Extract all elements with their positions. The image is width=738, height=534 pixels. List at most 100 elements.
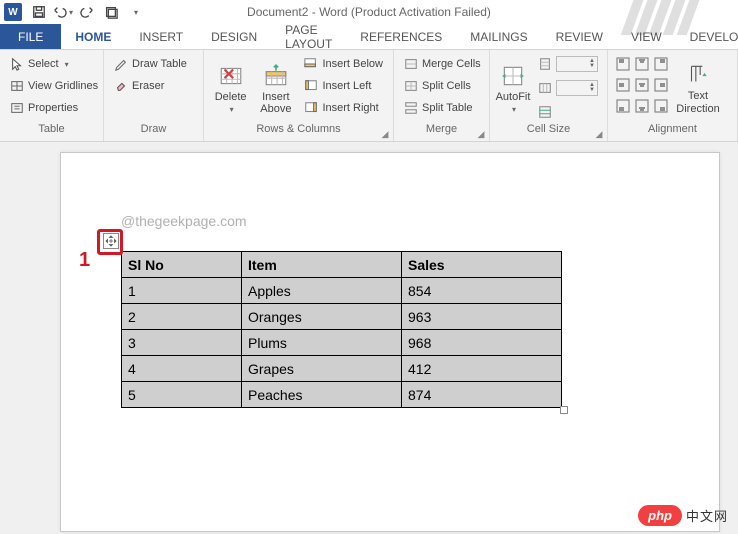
group-label-cellsize: Cell Size <box>496 123 601 139</box>
select-label: Select <box>28 58 59 70</box>
eraser-button[interactable]: Eraser <box>110 76 191 96</box>
align-top-center-button[interactable] <box>633 54 651 74</box>
row-height-input[interactable]: ▲▼ <box>534 54 602 74</box>
insert-above-button[interactable]: Insert Above <box>255 54 296 123</box>
align-bot-right-button[interactable] <box>652 96 670 116</box>
merge-cells-button[interactable]: Merge Cells <box>400 54 485 74</box>
distribute-rows-button[interactable] <box>534 102 602 122</box>
group-rows-columns: Delete▾ Insert Above Insert Below Insert… <box>204 50 394 141</box>
rows-columns-launcher-icon[interactable]: ◢ <box>379 127 391 139</box>
text-direction-button[interactable]: Text Direction <box>674 54 722 123</box>
gridlines-label: View Gridlines <box>28 80 98 92</box>
properties-button[interactable]: Properties <box>6 98 102 118</box>
cell[interactable]: Grapes <box>242 356 402 382</box>
tab-references[interactable]: REFERENCES <box>346 24 456 49</box>
view-gridlines-button[interactable]: View Gridlines <box>6 76 102 96</box>
table-row[interactable]: 1Apples854 <box>122 278 562 304</box>
align-bot-left-button[interactable] <box>614 96 632 116</box>
group-draw: Draw Table Eraser Draw <box>104 50 204 141</box>
cellsize-launcher-icon[interactable]: ◢ <box>593 127 605 139</box>
cell[interactable]: Plums <box>242 330 402 356</box>
insert-above-label: Insert Above <box>255 91 296 115</box>
merge-launcher-icon[interactable]: ◢ <box>475 127 487 139</box>
tab-mailings[interactable]: MAILINGS <box>456 24 541 49</box>
split-table-label: Split Table <box>422 102 473 114</box>
header-decoration <box>628 0 708 35</box>
table-row[interactable]: 5Peaches874 <box>122 382 562 408</box>
content-table-wrap: Sl No Item Sales 1Apples854 2Oranges963 … <box>121 251 562 408</box>
quick-access-toolbar: ▾ ▾ <box>28 2 146 22</box>
tab-home[interactable]: HOME <box>61 24 125 49</box>
insert-right-label: Insert Right <box>322 102 378 114</box>
insert-right-button[interactable]: Insert Right <box>300 98 387 118</box>
title-bar: W ▾ ▾ Document2 - Word (Product Activati… <box>0 0 738 24</box>
site-logo: php 中文网 <box>638 505 728 526</box>
tab-review[interactable]: REVIEW <box>542 24 617 49</box>
qat-extra-button[interactable] <box>100 2 122 22</box>
split-cells-button[interactable]: Split Cells <box>400 76 485 96</box>
cell[interactable]: Apples <box>242 278 402 304</box>
group-label-draw: Draw <box>110 123 197 139</box>
cell[interactable]: 854 <box>402 278 562 304</box>
group-table: Select▾ View Gridlines Properties Table <box>0 50 104 141</box>
align-mid-center-button[interactable] <box>633 75 651 95</box>
select-button[interactable]: Select▾ <box>6 54 102 74</box>
cell[interactable]: 2 <box>122 304 242 330</box>
content-table[interactable]: Sl No Item Sales 1Apples854 2Oranges963 … <box>121 251 562 408</box>
tab-file[interactable]: FILE <box>0 24 61 49</box>
insert-below-button[interactable]: Insert Below <box>300 54 387 74</box>
delete-button[interactable]: Delete▾ <box>210 54 251 123</box>
group-cell-size: AutoFit▾ ▲▼ ▲▼ Cell Size ◢ <box>490 50 608 141</box>
cell[interactable]: 963 <box>402 304 562 330</box>
align-top-left-button[interactable] <box>614 54 632 74</box>
col-width-input[interactable]: ▲▼ <box>534 78 602 98</box>
table-row[interactable]: 2Oranges963 <box>122 304 562 330</box>
group-merge: Merge Cells Split Cells Split Table Merg… <box>394 50 490 141</box>
cell[interactable]: 5 <box>122 382 242 408</box>
watermark-text: @thegeekpage.com <box>121 213 247 229</box>
qat-customize-button[interactable]: ▾ <box>124 2 146 22</box>
save-button[interactable] <box>28 2 50 22</box>
properties-label: Properties <box>28 102 78 114</box>
text-direction-label: Text Direction <box>674 90 722 114</box>
align-top-right-button[interactable] <box>652 54 670 74</box>
split-table-button[interactable]: Split Table <box>400 98 485 118</box>
cell[interactable]: 874 <box>402 382 562 408</box>
tab-design[interactable]: DESIGN <box>197 24 271 49</box>
cell[interactable]: 4 <box>122 356 242 382</box>
eraser-label: Eraser <box>132 80 164 92</box>
autofit-button[interactable]: AutoFit▾ <box>496 54 530 123</box>
cell[interactable]: 1 <box>122 278 242 304</box>
table-resize-handle-icon[interactable] <box>560 406 568 414</box>
table-header-row[interactable]: Sl No Item Sales <box>122 252 562 278</box>
cell[interactable]: Peaches <box>242 382 402 408</box>
cell[interactable]: 3 <box>122 330 242 356</box>
draw-table-label: Draw Table <box>132 58 187 70</box>
table-row[interactable]: 4Grapes412 <box>122 356 562 382</box>
group-label-merge: Merge <box>400 123 483 139</box>
group-label-rowscols: Rows & Columns <box>210 123 387 139</box>
logo-text: 中文网 <box>686 506 728 525</box>
header-cell[interactable]: Item <box>242 252 402 278</box>
merge-cells-label: Merge Cells <box>422 58 481 70</box>
document-page[interactable]: @thegeekpage.com Sl No Item Sales 1Apple… <box>60 152 720 532</box>
insert-left-button[interactable]: Insert Left <box>300 76 387 96</box>
draw-table-button[interactable]: Draw Table <box>110 54 191 74</box>
cell[interactable]: 968 <box>402 330 562 356</box>
align-bot-center-button[interactable] <box>633 96 651 116</box>
header-cell[interactable]: Sales <box>402 252 562 278</box>
insert-below-label: Insert Below <box>322 58 383 70</box>
redo-button[interactable] <box>76 2 98 22</box>
tab-insert[interactable]: INSERT <box>125 24 197 49</box>
table-row[interactable]: 3Plums968 <box>122 330 562 356</box>
cell[interactable]: Oranges <box>242 304 402 330</box>
delete-label: Delete <box>215 91 247 103</box>
undo-button[interactable]: ▾ <box>52 2 74 22</box>
group-alignment: Text Direction Alignment <box>608 50 738 141</box>
cell[interactable]: 412 <box>402 356 562 382</box>
align-mid-left-button[interactable] <box>614 75 632 95</box>
header-cell[interactable]: Sl No <box>122 252 242 278</box>
tab-page-layout[interactable]: PAGE LAYOUT <box>271 24 346 49</box>
align-mid-right-button[interactable] <box>652 75 670 95</box>
autofit-label: AutoFit <box>496 91 531 103</box>
